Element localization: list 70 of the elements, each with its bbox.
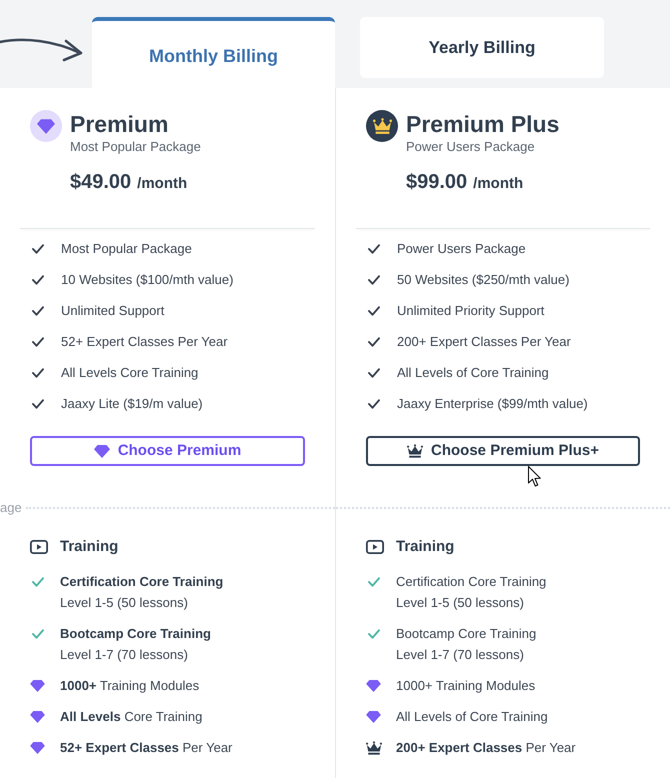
section-title: Training [396, 536, 454, 557]
check-icon [32, 275, 44, 285]
plan-tagline: Power Users Package [406, 138, 536, 156]
feature-text: All Levels of Core Training [397, 364, 549, 382]
choose-plan-button[interactable]: Choose Premium [30, 436, 305, 466]
check-icon [368, 628, 380, 638]
crown-icon [366, 110, 398, 142]
training-item-detail: Level 1-7 (70 lessons) [60, 646, 189, 664]
curved-arrow-icon [0, 36, 84, 64]
crown-icon [407, 444, 424, 458]
training-item-text: All Levels Core Training [60, 708, 202, 726]
training-item-text: Certification Core Training [60, 573, 224, 591]
price-period: /month [473, 174, 524, 194]
cursor-icon [528, 466, 541, 487]
choose-plan-button[interactable]: Choose Premium Plus+ [366, 436, 640, 466]
check-icon [32, 368, 44, 378]
feature-text: Power Users Package [397, 240, 526, 258]
training-item-text: 1000+ Training Modules [60, 677, 200, 695]
price-amount: $99.00 [406, 170, 468, 194]
video-play-icon [30, 540, 48, 554]
check-icon [368, 275, 380, 285]
crown-icon [366, 740, 382, 754]
training-item-text: 1000+ Training Modules [396, 677, 536, 695]
check-icon [32, 628, 44, 638]
check-icon [368, 399, 380, 409]
check-icon [368, 244, 380, 254]
feature-text: Most Popular Package [61, 240, 192, 258]
check-icon [32, 244, 44, 254]
training-item-text: Bootcamp Core Training [60, 625, 211, 643]
training-item-text: All Levels of Core Training [396, 708, 548, 726]
training-item-detail: Level 1-5 (50 lessons) [396, 594, 525, 612]
diamond-icon [30, 742, 45, 754]
feature-text: 52+ Expert Classes Per Year [61, 333, 228, 351]
diamond-icon [94, 444, 110, 458]
check-icon [368, 337, 380, 347]
feature-text: 10 Websites ($100/mth value) [61, 271, 234, 289]
price-period: /month [137, 174, 188, 194]
plan-tagline: Most Popular Package [70, 138, 201, 156]
plan-name: Premium Plus [406, 110, 560, 138]
diamond-icon [366, 710, 381, 722]
feature-text: Unlimited Support [61, 302, 164, 320]
check-icon [368, 306, 380, 316]
training-item-text: 52+ Expert Classes Per Year [60, 739, 232, 757]
feature-text: All Levels Core Training [61, 364, 198, 382]
feature-text: Unlimited Priority Support [397, 302, 544, 320]
check-icon [32, 576, 44, 586]
feature-text: 50 Websites ($250/mth value) [397, 271, 570, 289]
feature-text: 200+ Expert Classes Per Year [397, 333, 571, 351]
billing-tab[interactable]: Yearly Billing [360, 17, 604, 78]
check-icon [368, 368, 380, 378]
divider-label: age [0, 499, 22, 517]
billing-tab[interactable]: Monthly Billing [92, 17, 335, 88]
plan-name: Premium [70, 110, 170, 138]
check-icon [32, 337, 44, 347]
check-icon [32, 399, 44, 409]
training-item-detail: Level 1-5 (50 lessons) [60, 594, 189, 612]
diamond-icon [30, 710, 45, 722]
feature-text: Jaaxy Lite ($19/m value) [61, 395, 203, 413]
training-item-text: Bootcamp Core Training [396, 625, 536, 643]
diamond-icon [366, 680, 381, 692]
training-item-text: Certification Core Training [396, 573, 546, 591]
check-icon [32, 306, 44, 316]
video-play-icon [366, 540, 384, 554]
diamond-icon [30, 680, 45, 692]
section-title: Training [60, 536, 118, 557]
feature-text: Jaaxy Enterprise ($99/mth value) [397, 395, 588, 413]
price-amount: $49.00 [70, 170, 132, 194]
training-item-text: 200+ Expert Classes Per Year [396, 739, 576, 757]
training-item-detail: Level 1-7 (70 lessons) [396, 646, 525, 664]
check-icon [368, 576, 380, 586]
